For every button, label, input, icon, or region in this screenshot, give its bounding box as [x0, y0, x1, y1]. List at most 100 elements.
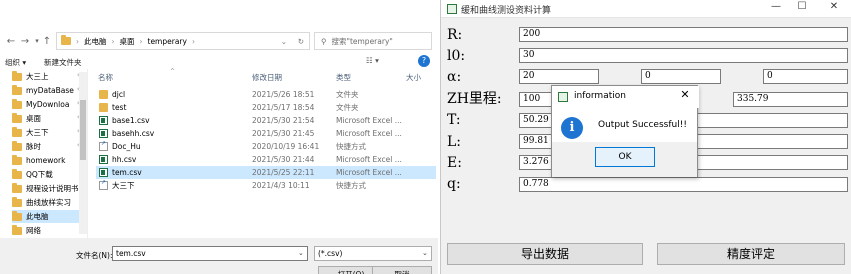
- close-icon[interactable]: ✕: [676, 88, 694, 104]
- sidebar-item[interactable]: 大三上✎: [12, 70, 86, 83]
- new-folder-button[interactable]: 新建文件夹: [44, 57, 82, 68]
- folder-icon: [12, 224, 22, 235]
- filename-input[interactable]: tem.csv: [112, 246, 308, 261]
- address-bar[interactable]: › 此电脑 › 桌面 › temperary › ⌄ ↻: [56, 32, 310, 50]
- label-q: q:: [447, 176, 461, 192]
- link-icon: [99, 179, 108, 190]
- file-row[interactable]: base1.csv 2021/5/30 21:54 Microsoft Excel …: [96, 114, 436, 127]
- file-date: 2021/4/3 10:11: [252, 181, 310, 190]
- sidebar-item[interactable]: 网络: [12, 224, 86, 237]
- field-alpha-sec[interactable]: 0: [763, 69, 848, 84]
- column-header-size[interactable]: 大小: [406, 72, 421, 84]
- organize-menu[interactable]: 组织 ▾: [5, 57, 26, 68]
- sidebar-item[interactable]: 规程设计说明书: [12, 182, 86, 195]
- field-r[interactable]: 200: [519, 27, 848, 42]
- title-bar: 缓和曲线测设资料计算 — ☐ ✕: [441, 0, 851, 18]
- field-l0[interactable]: 30: [519, 48, 848, 63]
- link-icon: [99, 140, 108, 151]
- ok-button[interactable]: OK: [595, 147, 655, 167]
- back-icon[interactable]: ←: [4, 34, 18, 48]
- folder-icon: [12, 70, 22, 81]
- folder-icon: [12, 112, 22, 123]
- dialog-title: information: [574, 91, 626, 101]
- dialog-title-bar: information ✕: [552, 86, 699, 108]
- file-date: 2021/5/30 21:54: [252, 116, 315, 125]
- sidebar-item[interactable]: 曲线放样实习: [12, 196, 86, 209]
- sidebar-item-label: 大三上: [26, 72, 49, 81]
- file-type: 文件夹: [336, 90, 359, 99]
- column-header-name[interactable]: 名称: [98, 72, 113, 84]
- sidebar-item-label: 曲线放样实习: [26, 198, 71, 207]
- column-header-date[interactable]: 修改日期: [252, 72, 282, 84]
- filename-dropdown-icon[interactable]: ⌄: [298, 249, 304, 257]
- sidebar-scrollbar-thumb[interactable]: [80, 100, 86, 160]
- search-box[interactable]: ⚲ 搜索"temperary": [314, 32, 432, 50]
- file-row[interactable]: 大三下 2021/4/3 10:11 快捷方式: [96, 179, 436, 192]
- folder-icon: [99, 103, 108, 112]
- folder-icon: [12, 126, 22, 137]
- sidebar-item-label: MyDownloa: [26, 100, 70, 109]
- label-l: L:: [447, 134, 462, 150]
- file-name: tem.csv: [112, 168, 142, 177]
- column-header-type[interactable]: 类型: [336, 72, 351, 84]
- file-row[interactable]: hh.csv 2021/5/30 21:44 Microsoft Excel ...: [96, 153, 436, 166]
- toolbar: 组织 ▾ 新建文件夹 ☷ ▾ ?: [0, 53, 438, 69]
- file-date: 2021/5/30 21:45: [252, 129, 315, 138]
- sidebar-item[interactable]: 此电脑: [12, 210, 86, 223]
- sidebar-item[interactable]: QQ下载: [12, 168, 86, 181]
- cancel-button[interactable]: 取消: [372, 266, 432, 274]
- app-icon: [447, 4, 457, 14]
- field-q[interactable]: 0.778: [519, 177, 848, 192]
- search-icon: ⚲: [321, 36, 327, 46]
- sidebar-item[interactable]: MyDownloa✎: [12, 98, 86, 111]
- file-row[interactable]: djcl 2021/5/26 18:51 文件夹: [96, 88, 436, 101]
- field-alpha-deg[interactable]: 20: [519, 69, 599, 84]
- sidebar-item[interactable]: 脉时✎: [12, 140, 86, 153]
- breadcrumb-desktop[interactable]: 桌面: [120, 36, 135, 47]
- file-name: test: [112, 103, 127, 112]
- sidebar-item-label: 此电脑: [26, 212, 49, 221]
- sidebar-item[interactable]: 桌面✎: [12, 112, 86, 125]
- sidebar-item-label: homework: [26, 156, 66, 165]
- field-zh-m[interactable]: 335.79: [733, 92, 848, 107]
- sidebar-item[interactable]: homework: [12, 154, 86, 167]
- info-icon: i: [561, 117, 583, 139]
- excel-icon: [99, 116, 108, 125]
- refresh-icon[interactable]: ↻: [298, 37, 304, 46]
- sidebar-item-label: 规程设计说明书: [26, 184, 79, 193]
- file-name: base1.csv: [112, 116, 150, 125]
- file-row[interactable]: tem.csv 2021/5/25 22:11 Microsoft Excel ..…: [96, 166, 436, 179]
- file-date: 2020/10/19 16:41: [252, 142, 320, 151]
- accuracy-eval-button[interactable]: 精度评定: [657, 243, 845, 265]
- breadcrumb-this-pc[interactable]: 此电脑: [84, 36, 107, 47]
- excel-icon: [99, 168, 108, 177]
- file-name: basehh.csv: [112, 129, 155, 138]
- field-alpha-min[interactable]: 0: [641, 69, 721, 84]
- export-data-button[interactable]: 导出数据: [447, 243, 643, 265]
- navigation-pane: 大三上✎myDataBase✎MyDownloa✎桌面✎大三下✎脉时✎ homew…: [0, 69, 88, 239]
- file-type: Microsoft Excel ...: [336, 168, 402, 177]
- folder-icon: [12, 154, 22, 165]
- file-name: hh.csv: [112, 155, 137, 164]
- filetype-select[interactable]: (*.csv): [314, 246, 432, 261]
- file-save-dialog: ← → ▾ ↑ › 此电脑 › 桌面 › temperary › ⌄ ↻ ⚲ 搜…: [0, 0, 438, 274]
- address-dropdown-icon[interactable]: ⌄: [281, 37, 287, 46]
- folder-icon: [99, 90, 108, 99]
- file-row[interactable]: Doc_Hu 2020/10/19 16:41 快捷方式: [96, 140, 436, 153]
- view-options-icon[interactable]: ☷ ▾: [366, 56, 379, 65]
- file-row[interactable]: test 2021/5/17 18:54 文件夹: [96, 101, 436, 114]
- close-icon[interactable]: ✕: [819, 1, 849, 17]
- sidebar-item[interactable]: 大三下✎: [12, 126, 86, 139]
- breadcrumb-temperary[interactable]: temperary: [148, 37, 187, 46]
- file-name: Doc_Hu: [112, 142, 141, 151]
- folder-icon: [61, 35, 71, 45]
- sidebar-item-label: 大三下: [26, 128, 49, 137]
- window-title: 缓和曲线测设资料计算: [461, 6, 552, 16]
- file-row[interactable]: basehh.csv 2021/5/30 21:45 Microsoft Excel…: [96, 127, 436, 140]
- filetype-dropdown-icon[interactable]: ⌄: [422, 249, 428, 257]
- label-zh: ZH里程:: [447, 91, 502, 107]
- sidebar-item[interactable]: myDataBase✎: [12, 84, 86, 97]
- help-icon[interactable]: ?: [418, 55, 430, 67]
- up-icon[interactable]: ↑: [40, 34, 54, 48]
- maximize-icon[interactable]: ☐: [787, 1, 817, 17]
